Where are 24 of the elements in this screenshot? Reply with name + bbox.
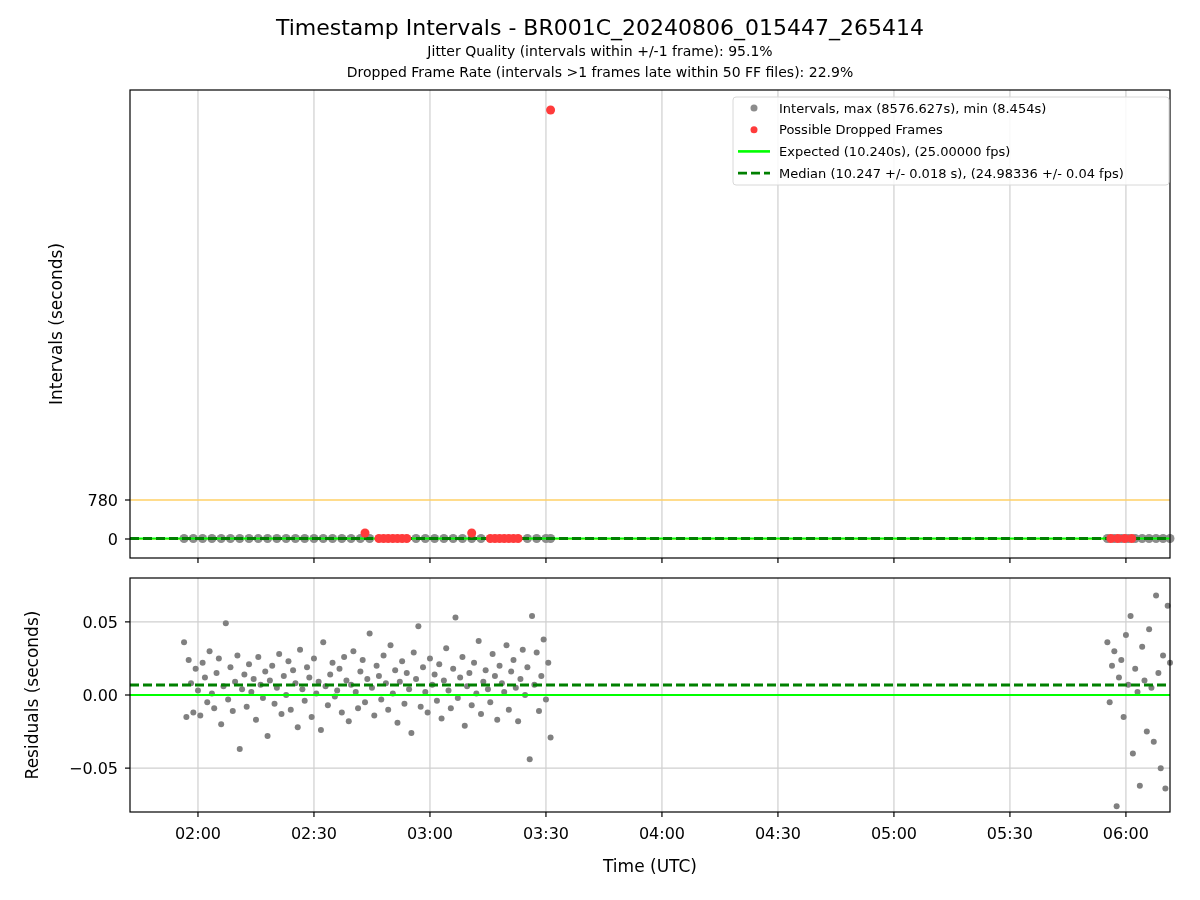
legend-label: Intervals, max (8576.627s), min (8.454s) [779, 100, 1047, 116]
chart-subtitle: Dropped Frame Rate (intervals >1 frames late within 50 FF files): 22.9% [346, 63, 854, 82]
legend-label: Median (10.247 +/- 0.018 s), (24.98336 +/- 0.04 fps) [779, 165, 1124, 181]
axis-label: Intervals (seconds) [46, 242, 66, 406]
tick-label: 04:30 [754, 824, 801, 843]
tick-label: 780 [87, 491, 118, 510]
legend-label: Expected (10.240s), (25.00000 fps) [779, 143, 1011, 159]
tick-label: 05:00 [870, 824, 917, 843]
chart-title: Timestamp Intervals - BR001C_20240806_015447_265414 [275, 15, 925, 41]
axis-label: Time (UTC) [603, 856, 697, 876]
tick-label: −0.05 [68, 759, 118, 779]
chart-subtitle: Jitter Quality (intervals within +/-1 frame): 95.1% [427, 42, 773, 61]
tick-label: 05:30 [986, 824, 1033, 843]
tick-label: 0.05 [82, 612, 118, 632]
tick-label: 0 [107, 530, 118, 549]
tick-label: 04:00 [638, 824, 685, 843]
tick-label: 02:30 [290, 824, 337, 843]
tick-label: 06:00 [1102, 824, 1149, 843]
axis-label: Residuals (seconds) [22, 610, 42, 780]
legend-label: Possible Dropped Frames [779, 122, 943, 138]
tick-label: 03:00 [406, 824, 453, 843]
tick-label: 0.00 [82, 686, 118, 705]
tick-label: 02:00 [174, 824, 222, 843]
tick-label: 03:30 [522, 824, 569, 843]
